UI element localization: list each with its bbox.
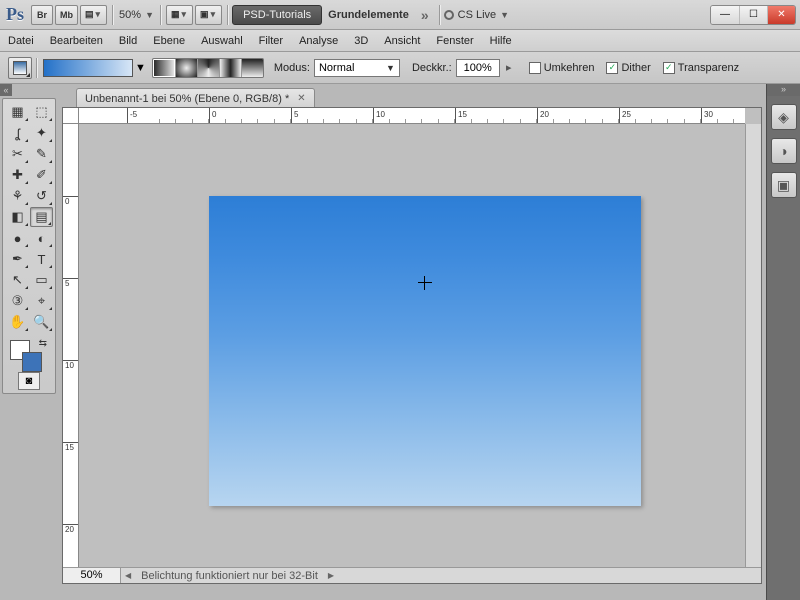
scrollbar-vertical[interactable]	[745, 124, 761, 567]
right-collapse-icon[interactable]: »	[767, 84, 800, 96]
minibridge-button[interactable]: Mb	[55, 5, 78, 25]
window-minimize[interactable]: —	[711, 6, 739, 24]
gradient-preview[interactable]	[43, 59, 133, 77]
gradient-radial[interactable]	[175, 59, 197, 77]
tool-shape[interactable]: ▭	[30, 270, 53, 290]
color-swatches[interactable]: ⇆	[6, 336, 52, 370]
menu-ebene[interactable]: Ebene	[153, 35, 185, 47]
tool-brush[interactable]: ✐	[30, 165, 53, 185]
tool-stamp[interactable]: ⚘	[6, 186, 29, 206]
quickmask-button[interactable]: ◙	[18, 372, 40, 390]
menu-hilfe[interactable]: Hilfe	[490, 35, 512, 47]
tool-wand[interactable]: ✦	[30, 123, 53, 143]
tool-path-select[interactable]: ↖	[6, 270, 29, 290]
tool-3d[interactable]: ③	[6, 291, 29, 311]
close-tab-icon[interactable]: ✕	[297, 93, 305, 104]
adjust-panel-icon[interactable]: ◑	[771, 138, 797, 164]
tool-crop[interactable]: ✂	[6, 144, 29, 164]
tools-panel: ▦⬚ʆ✦✂✎✚✐⚘↺◧▤●◐✒T↖▭③⌖✋🔍 ⇆ ◙	[2, 98, 56, 394]
right-dock: » ◈ ◑ ▣	[766, 84, 800, 600]
status-next-icon[interactable]: ▶	[328, 571, 334, 580]
gradient-style-group	[152, 58, 264, 78]
document-tab-title: Unbenannt-1 bei 50% (Ebene 0, RGB/8) *	[85, 93, 289, 105]
gradient-picker-arrow[interactable]: ▼	[135, 62, 146, 74]
background-swatch[interactable]	[22, 352, 42, 372]
workspace-label[interactable]: Grundelemente	[328, 9, 409, 21]
window-maximize[interactable]: ☐	[739, 6, 767, 24]
tool-type[interactable]: T	[30, 249, 53, 269]
menu-bearbeiten[interactable]: Bearbeiten	[50, 35, 103, 47]
ruler-vertical[interactable]: -50510152025	[63, 124, 79, 567]
mode-select[interactable]: Normal▼	[314, 59, 400, 77]
ruler-origin[interactable]	[63, 108, 79, 124]
transparency-label: Transparenz	[678, 62, 739, 74]
tool-history-brush[interactable]: ↺	[30, 186, 53, 206]
document-tab[interactable]: Unbenannt-1 bei 50% (Ebene 0, RGB/8) * ✕	[76, 88, 315, 108]
transparency-checkbox[interactable]: ✓	[663, 62, 675, 74]
gradient-angle[interactable]	[197, 59, 219, 77]
cslive-button[interactable]: CS Live▼	[444, 9, 511, 21]
dither-label: Dither	[621, 62, 650, 74]
tool-hand[interactable]: ✋	[6, 312, 29, 332]
tool-lasso[interactable]: ʆ	[6, 123, 29, 143]
dither-checkbox[interactable]: ✓	[606, 62, 618, 74]
left-collapse-icon[interactable]: «	[0, 84, 12, 96]
current-tool-chip[interactable]	[8, 57, 32, 79]
cslive-icon	[444, 10, 454, 20]
layers-panel-icon[interactable]: ◈	[771, 104, 797, 130]
status-zoom[interactable]: 50%	[63, 568, 121, 583]
tool-blur[interactable]: ●	[6, 228, 29, 248]
tool-eraser[interactable]: ◧	[6, 207, 29, 227]
status-prev-icon[interactable]: ◀	[125, 571, 131, 580]
zoom-level[interactable]: 50%	[119, 9, 141, 21]
status-text: Belichtung funktioniert nur bei 32-Bit	[135, 570, 324, 582]
workspace-tab[interactable]: PSD-Tutorials	[232, 5, 322, 25]
menu-filter[interactable]: Filter	[259, 35, 283, 47]
menu-fenster[interactable]: Fenster	[436, 35, 473, 47]
opacity-flyout-icon[interactable]: ▸	[503, 62, 515, 74]
canvas-viewport[interactable]	[79, 124, 745, 567]
tool-zoom[interactable]: 🔍	[30, 312, 53, 332]
tool-move[interactable]: ▦	[6, 102, 29, 122]
opacity-field[interactable]: 100%	[456, 59, 500, 77]
tool-marquee[interactable]: ⬚	[30, 102, 53, 122]
extras-button[interactable]: ▣▾	[195, 5, 222, 25]
tool-pen[interactable]: ✒	[6, 249, 29, 269]
tool-eyedropper[interactable]: ✎	[30, 144, 53, 164]
mode-label: Modus:	[274, 62, 310, 74]
artboard[interactable]	[209, 196, 641, 506]
ruler-horizontal[interactable]: -505101520253035	[79, 108, 745, 124]
opacity-label: Deckkr.:	[412, 62, 452, 74]
tool-gradient[interactable]: ▤	[30, 207, 53, 227]
tool-3d-camera[interactable]: ⌖	[30, 291, 53, 311]
menu-3d[interactable]: 3D	[354, 35, 368, 47]
screenmode-button[interactable]: ▤▾	[80, 5, 107, 25]
reverse-checkbox[interactable]	[529, 62, 541, 74]
swap-colors-icon[interactable]: ⇆	[39, 338, 47, 349]
menu-auswahl[interactable]: Auswahl	[201, 35, 243, 47]
gradient-linear[interactable]	[153, 59, 175, 77]
tool-healing[interactable]: ✚	[6, 165, 29, 185]
menu-ansicht[interactable]: Ansicht	[384, 35, 420, 47]
crosshair-cursor	[418, 276, 432, 290]
workspace-more-icon[interactable]: »	[421, 7, 429, 23]
bridge-button[interactable]: Br	[31, 5, 53, 25]
menu-datei[interactable]: Datei	[8, 35, 34, 47]
gradient-diamond[interactable]	[241, 59, 263, 77]
tool-dodge[interactable]: ◐	[30, 228, 53, 248]
window-close[interactable]: ✕	[767, 6, 795, 24]
app-logo: Ps	[6, 4, 24, 25]
channels-panel-icon[interactable]: ▣	[771, 172, 797, 198]
arrange-button[interactable]: ▦▾	[166, 5, 193, 25]
menu-analyse[interactable]: Analyse	[299, 35, 338, 47]
reverse-label: Umkehren	[544, 62, 595, 74]
gradient-reflected[interactable]	[219, 59, 241, 77]
menu-bild[interactable]: Bild	[119, 35, 137, 47]
